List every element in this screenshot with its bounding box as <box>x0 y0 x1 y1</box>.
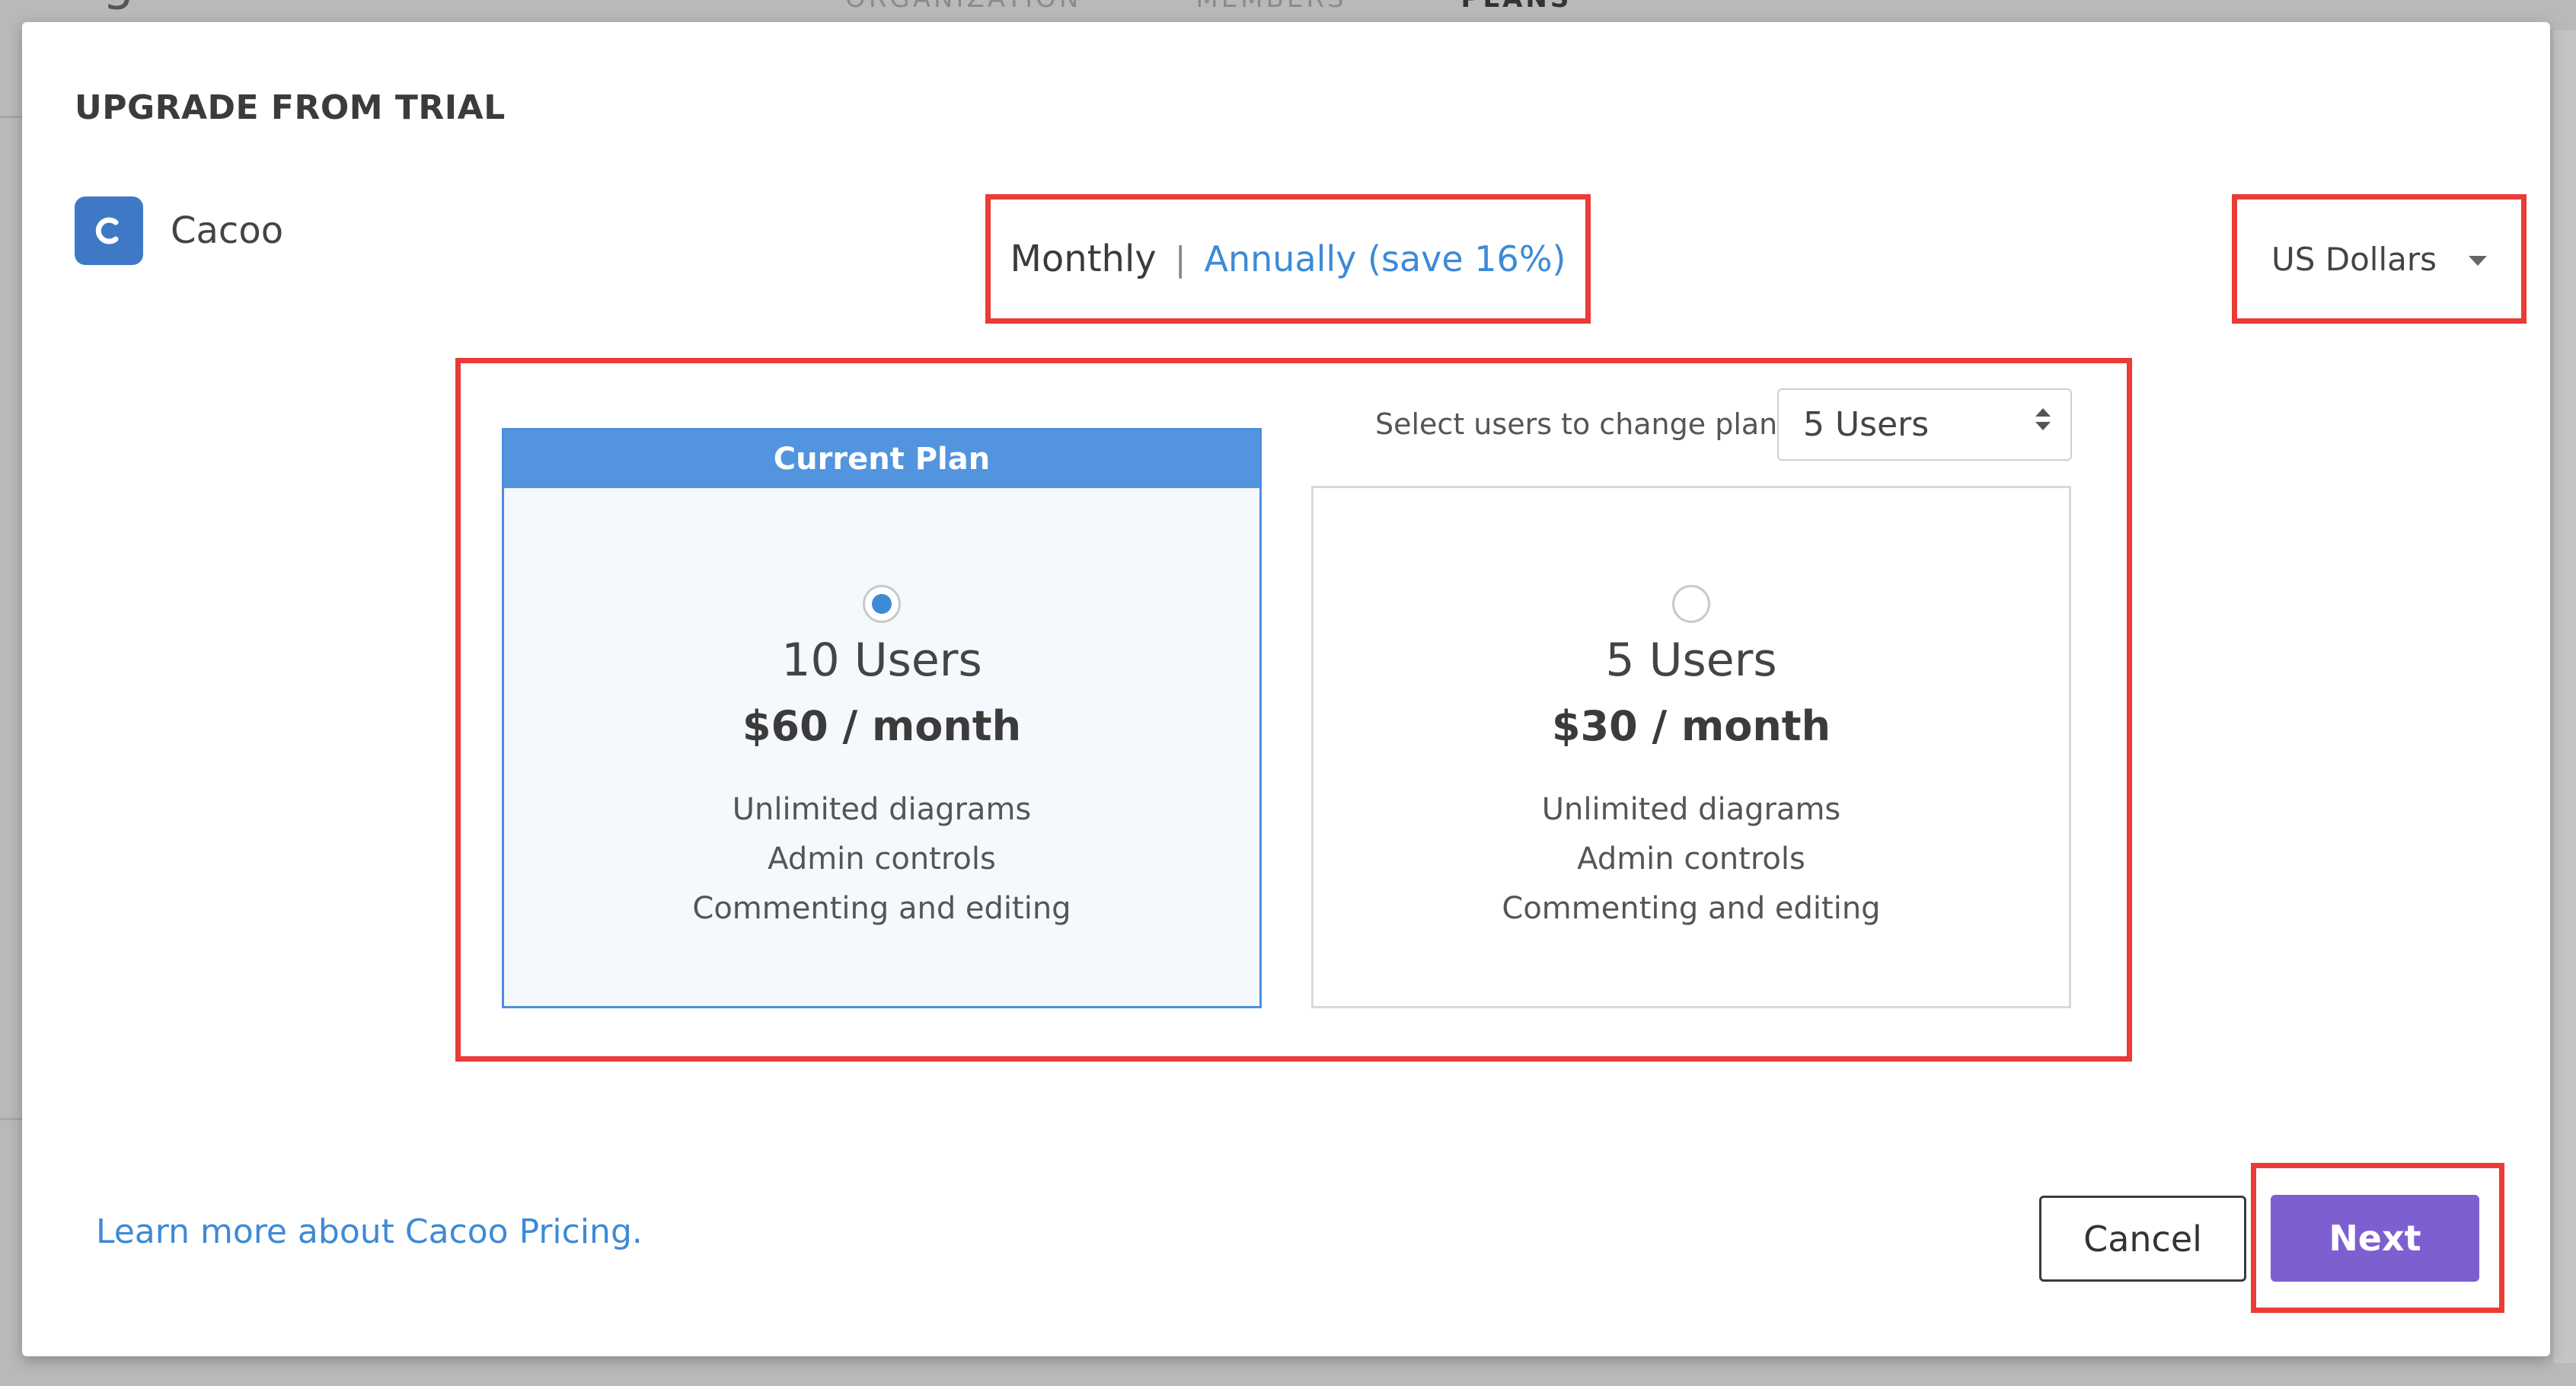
billing-period-toggle: Monthly | Annually (save 16%) <box>985 194 1591 324</box>
caret-down-icon <box>2035 422 2051 430</box>
background-page-title: Settings <box>0 0 161 11</box>
chevron-down-icon <box>2469 255 2487 266</box>
tab-organization[interactable]: ORGANIZATION <box>845 0 1081 14</box>
radio-dot-icon <box>872 594 892 614</box>
plan-users: 5 Users <box>1605 634 1777 687</box>
plan-feature: Unlimited diagrams <box>1541 792 1841 827</box>
plan-radio-unselected[interactable] <box>1672 585 1710 623</box>
plan-users: 10 Users <box>781 634 982 687</box>
tab-plans[interactable]: PLANS <box>1461 0 1572 14</box>
background-divider <box>0 1118 23 1120</box>
plan-radio-selected[interactable] <box>863 585 901 623</box>
current-plan-header: Current Plan <box>504 430 1259 488</box>
cacoo-c-icon <box>95 217 119 244</box>
next-button[interactable]: Next <box>2271 1195 2479 1282</box>
plan-feature: Commenting and editing <box>1502 891 1881 926</box>
caret-up-icon <box>2035 408 2051 417</box>
modal-title: UPGRADE FROM TRIAL <box>75 88 506 127</box>
currency-dropdown[interactable]: US Dollars <box>2232 194 2527 324</box>
plan-features: Unlimited diagrams Admin controls Commen… <box>1314 785 2069 934</box>
select-stepper-icon <box>2035 408 2051 430</box>
tab-members[interactable]: MEMBERS <box>1195 0 1346 14</box>
billing-monthly-option[interactable]: Monthly <box>1010 238 1157 280</box>
learn-more-pricing-link[interactable]: Learn more about Cacoo Pricing. <box>96 1212 643 1251</box>
users-count-select[interactable]: 5 Users <box>1777 388 2072 461</box>
plan-feature: Unlimited diagrams <box>732 792 1032 827</box>
plan-feature: Commenting and editing <box>692 891 1071 926</box>
brand-name: Cacoo <box>171 209 284 252</box>
currency-selected-value: US Dollars <box>2271 240 2437 278</box>
plan-features: Unlimited diagrams Admin controls Commen… <box>504 785 1259 934</box>
background-scroll-area <box>2553 30 2576 1363</box>
billing-separator: | <box>1174 239 1186 279</box>
plan-card-option[interactable]: 5 Users $30 / month Unlimited diagrams A… <box>1311 486 2071 1008</box>
plan-price: $60 / month <box>742 702 1022 750</box>
plan-price: $30 / month <box>1551 702 1831 750</box>
users-select-value: 5 Users <box>1803 405 1930 444</box>
brand: Cacoo <box>75 196 283 265</box>
cancel-button[interactable]: Cancel <box>2039 1196 2246 1282</box>
billing-annually-option[interactable]: Annually (save 16%) <box>1205 238 1566 279</box>
plan-feature: Admin controls <box>768 842 996 877</box>
background-divider <box>0 116 23 118</box>
cacoo-logo-icon <box>75 196 143 265</box>
plan-card-current[interactable]: Current Plan 10 Users $60 / month Unlimi… <box>502 428 1262 1008</box>
background-tabs: ORGANIZATION MEMBERS PLANS <box>845 0 1686 14</box>
users-select-label: Select users to change plan <box>1375 407 1778 441</box>
plan-feature: Admin controls <box>1577 842 1805 877</box>
